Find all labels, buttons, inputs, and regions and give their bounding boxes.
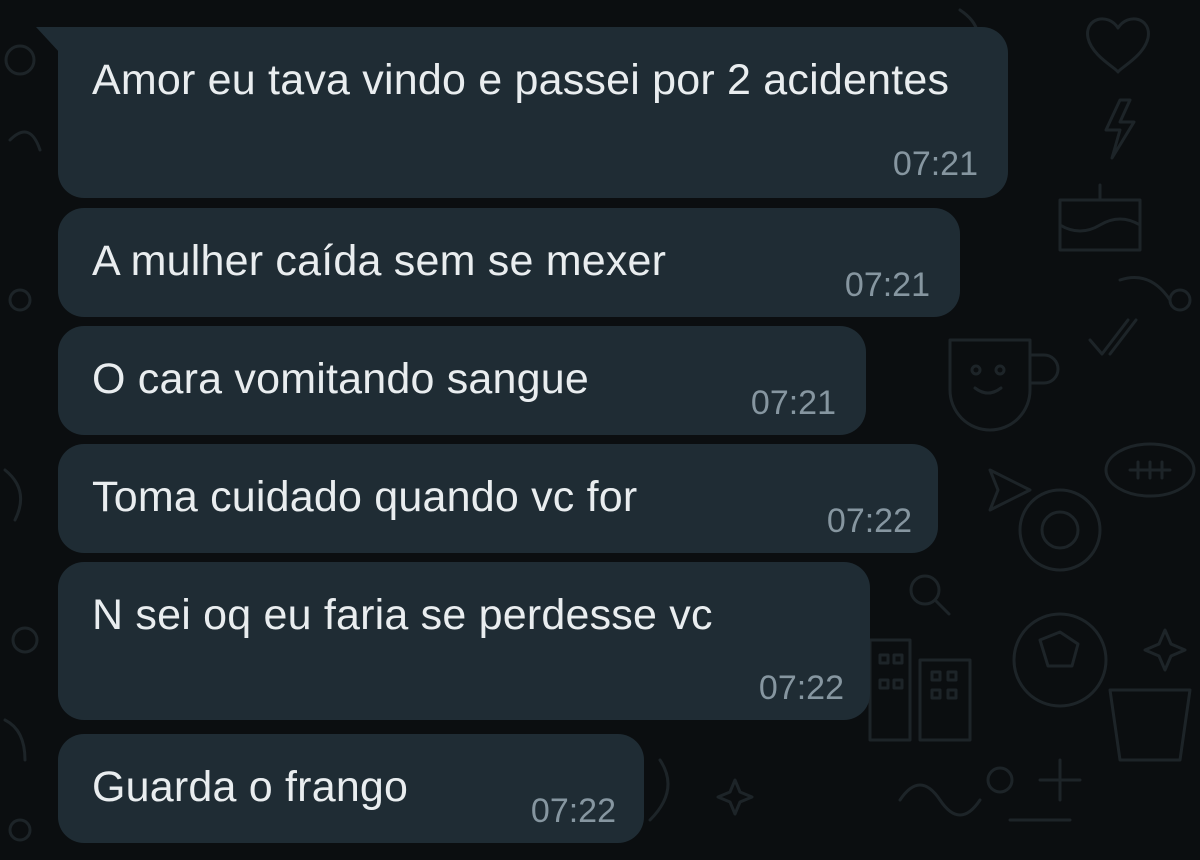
- message-bubble[interactable]: O cara vomitando sangue 07:21: [58, 326, 866, 435]
- message-bubble[interactable]: Toma cuidado quando vc for 07:22: [58, 444, 938, 553]
- message-time: 07:22: [826, 502, 912, 540]
- bubble-tail: [36, 27, 60, 53]
- message-time: 07:22: [530, 792, 616, 830]
- message-text: Amor eu tava vindo e passei por 2 aciden…: [92, 56, 950, 104]
- message-time: 07:22: [758, 669, 844, 707]
- message-bubble[interactable]: N sei oq eu faria se perdesse vc 07:22: [58, 562, 870, 720]
- message-time: 07:21: [844, 266, 930, 304]
- message-time: 07:21: [750, 384, 836, 422]
- message-time: 07:21: [892, 145, 978, 183]
- message-text: O cara vomitando sangue: [92, 355, 590, 403]
- message-bubble[interactable]: Guarda o frango 07:22: [58, 734, 644, 843]
- message-bubble[interactable]: A mulher caída sem se mexer 07:21: [58, 208, 960, 317]
- message-text: A mulher caída sem se mexer: [92, 237, 667, 285]
- message-text: Guarda o frango: [92, 763, 409, 811]
- message-text: N sei oq eu faria se perdesse vc: [92, 591, 713, 639]
- message-bubble[interactable]: Amor eu tava vindo e passei por 2 aciden…: [36, 27, 1008, 198]
- message-text: Toma cuidado quando vc for: [92, 473, 638, 521]
- message-list[interactable]: Amor eu tava vindo e passei por 2 aciden…: [0, 0, 1200, 860]
